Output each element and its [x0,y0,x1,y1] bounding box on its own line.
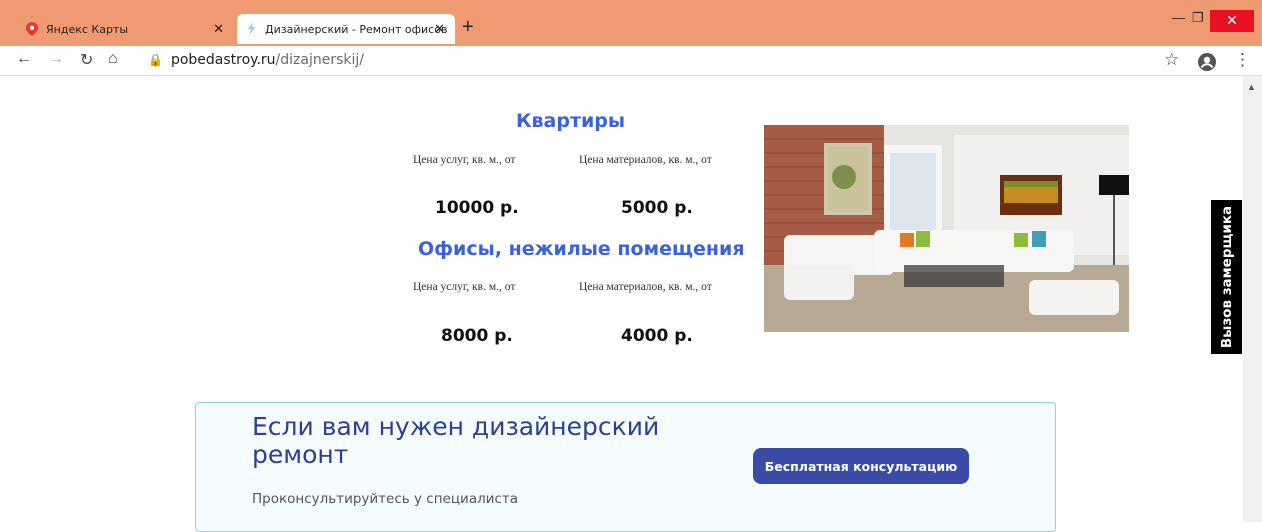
tab-designer-renovation[interactable]: Дизайнерский - Ремонт офисов ✕ [237,14,455,44]
home-icon[interactable]: ⌂ [108,50,118,68]
close-window-icon[interactable]: ✕ [1210,10,1254,32]
free-consultation-button[interactable]: Бесплатная консультацию [753,448,969,484]
offices-materials-price: 4000 р. [621,326,693,346]
tab-title: Дизайнерский - Ремонт офисов [265,22,448,36]
profile-avatar-icon[interactable] [1197,52,1217,72]
tab-title: Яндекс Карты [46,22,129,36]
tab-yandex-maps[interactable]: Яндекс Карты ✕ [16,14,234,44]
consultation-card: Если вам нужен дизайнерский ремонт Проко… [195,402,1056,532]
bookmark-star-icon[interactable]: ☆ [1164,50,1179,70]
apartments-materials-label: Цена материалов, кв. м., от [579,154,712,166]
vertical-scrollbar[interactable] [1243,76,1262,522]
new-tab-plus-icon[interactable]: + [462,16,474,39]
url-domain: pobedastroy.ru [170,52,276,68]
menu-kebab-icon[interactable]: ⋮ [1234,50,1251,70]
consultation-subtitle: Проконсультируйтесь у специалиста [252,491,519,507]
offices-services-label: Цена услуг, кв. м., от [413,281,516,293]
offices-heading: Офисы, нежилые помещения [418,238,745,260]
apartments-services-price: 10000 р. [435,198,519,218]
reload-icon[interactable]: ↻ [80,50,93,70]
lock-icon: 🔒 [148,53,163,67]
map-pin-icon [26,22,38,36]
forward-arrow-icon[interactable]: → [48,50,64,68]
offices-materials-label: Цена материалов, кв. м., от [579,281,712,293]
scroll-up-arrow-icon[interactable]: ▲ [1247,82,1256,92]
site-favicon-icon [248,22,255,36]
apartments-materials-price: 5000 р. [621,198,693,218]
back-arrow-icon[interactable]: ← [16,50,32,68]
address-bar[interactable]: 🔒 pobedastroy.ru/dizajnerskij/ [148,52,364,68]
interior-photo [764,125,1129,332]
request-measurer-label: Вызов замерщика [1218,205,1235,349]
request-measurer-button[interactable]: Вызов замерщика [1211,200,1242,354]
apartments-heading: Квартиры [516,110,626,132]
apartments-services-label: Цена услуг, кв. м., от [413,154,516,166]
close-tab-icon[interactable]: ✕ [213,21,224,37]
offices-services-price: 8000 р. [441,326,513,346]
restore-icon[interactable]: ❐ [1192,10,1204,26]
minimize-icon[interactable]: — [1172,10,1185,25]
close-tab-icon[interactable]: ✕ [434,21,445,37]
consultation-title: Если вам нужен дизайнерский ремонт [252,412,660,469]
url-path: /dizajnerskij/ [275,52,364,68]
